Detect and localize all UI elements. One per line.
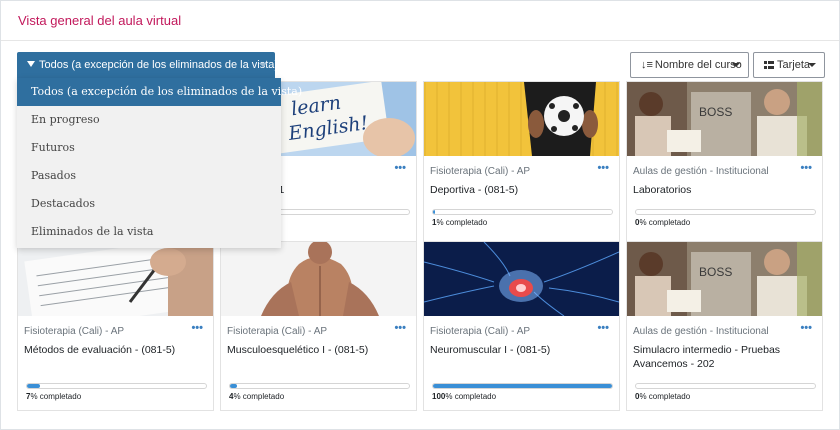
brain-neurons-image[interactable] — [424, 242, 619, 316]
course-name-link[interactable]: Laboratorios — [633, 183, 818, 197]
progress-suffix: % completado — [445, 392, 497, 401]
progress-bar — [635, 383, 816, 389]
filter-option-hidden[interactable]: Eliminados de la vista — [17, 218, 281, 246]
students-reading-image[interactable]: BOSS — [627, 82, 822, 156]
course-card[interactable]: Fisioterapia (Cali) - AP ••• Neuromuscul… — [423, 241, 620, 411]
filter-icon — [27, 61, 35, 67]
progress-text: 1% completado — [432, 218, 487, 227]
grouping-filter-button[interactable]: Todos (a excepción de los eliminados de … — [17, 52, 279, 78]
view-dropdown-button[interactable]: Tarjeta — [753, 52, 825, 78]
course-actions-menu[interactable]: ••• — [394, 322, 406, 334]
sort-label: Nombre del curso — [654, 59, 742, 71]
grid-icon — [764, 61, 774, 69]
svg-text:BOSS: BOSS — [699, 105, 732, 119]
progress-percent: 100 — [432, 392, 446, 401]
chevron-down-icon — [732, 63, 740, 67]
progress-bar — [635, 209, 816, 215]
progress-text: 100% completado — [432, 392, 496, 401]
course-actions-menu[interactable]: ••• — [394, 162, 406, 174]
filter-option-all[interactable]: Todos (a excepción de los eliminados de … — [17, 78, 302, 106]
progress-text: 7% completado — [26, 392, 81, 401]
progress-text: 0% completado — [635, 218, 690, 227]
course-name-link[interactable]: Deportiva - (081-5) — [430, 183, 615, 197]
course-category: Aulas de gestión - Institucional — [633, 166, 769, 177]
filter-option-future[interactable]: Futuros — [17, 134, 281, 162]
course-category: Fisioterapia (Cali) - AP — [24, 326, 125, 337]
progress-bar-fill — [433, 384, 612, 388]
course-card[interactable]: Fisioterapia (Cali) - AP ••• Métodos de … — [17, 241, 214, 411]
course-category: Fisioterapia (Cali) - AP — [430, 326, 531, 337]
progress-bar — [432, 209, 613, 215]
progress-bar — [229, 383, 410, 389]
sort-icon: ↓≡ — [641, 59, 653, 71]
course-actions-menu[interactable]: ••• — [191, 322, 203, 334]
view-label: Tarjeta — [777, 59, 811, 71]
block-title: Vista general del aula virtual — [18, 13, 182, 28]
sort-dropdown-button[interactable]: ↓≡ Nombre del curso — [630, 52, 749, 78]
writing-form-image[interactable] — [18, 242, 213, 316]
students-reading-image[interactable]: BOSS — [627, 242, 822, 316]
course-overview-block: Vista general del aula virtual ↓≡ Nombre … — [0, 0, 840, 430]
course-actions-menu[interactable]: ••• — [800, 322, 812, 334]
svg-text:BOSS: BOSS — [699, 265, 732, 279]
filter-option-inprogress[interactable]: En progreso — [17, 106, 281, 134]
progress-bar — [432, 383, 613, 389]
course-actions-menu[interactable]: ••• — [597, 322, 609, 334]
course-actions-menu[interactable]: ••• — [597, 162, 609, 174]
progress-bar-fill — [230, 384, 238, 388]
chevron-down-icon — [259, 63, 267, 67]
progress-suffix: % completado — [233, 392, 285, 401]
block-header: Vista general del aula virtual — [1, 1, 839, 41]
soccer-ball-image[interactable] — [424, 82, 619, 156]
filter-selected-label: Todos (a excepción de los eliminados de … — [39, 59, 279, 71]
progress-bar-fill — [433, 210, 435, 214]
course-name-link[interactable]: Métodos de evaluación - (081-5) — [24, 343, 209, 357]
progress-suffix: % completado — [639, 392, 691, 401]
filter-option-past[interactable]: Pasados — [17, 162, 281, 190]
progress-suffix: % completado — [436, 218, 488, 227]
course-category: Fisioterapia (Cali) - AP — [430, 166, 531, 177]
course-card[interactable]: BOSS Aulas de gestión - Institucional ••… — [626, 241, 823, 411]
course-category: Aulas de gestión - Institucional — [633, 326, 769, 337]
course-card[interactable]: Fisioterapia (Cali) - AP ••• Musculoesqu… — [220, 241, 417, 411]
course-name-link[interactable]: Simulacro intermedio - Pruebas Avancemos… — [633, 343, 818, 371]
course-actions-menu[interactable]: ••• — [800, 162, 812, 174]
progress-suffix: % completado — [30, 392, 82, 401]
course-card[interactable]: BOSS Aulas de gestión - Institucional ••… — [626, 81, 823, 251]
grouping-filter-menu: Todos (a excepción de los eliminados de … — [17, 78, 302, 248]
filter-option-starred[interactable]: Destacados — [17, 190, 281, 218]
progress-bar — [26, 383, 207, 389]
course-category: Fisioterapia (Cali) - AP — [227, 326, 328, 337]
course-name-link[interactable]: Musculoesquelético I - (081-5) — [227, 343, 412, 357]
back-muscles-image[interactable] — [221, 242, 416, 316]
progress-text: 0% completado — [635, 392, 690, 401]
chevron-down-icon — [808, 63, 816, 67]
progress-bar-fill — [27, 384, 40, 388]
progress-text: 4% completado — [229, 392, 284, 401]
course-card[interactable]: Fisioterapia (Cali) - AP ••• Deportiva -… — [423, 81, 620, 251]
progress-suffix: % completado — [639, 218, 691, 227]
course-name-link[interactable]: Neuromuscular I - (081-5) — [430, 343, 615, 357]
